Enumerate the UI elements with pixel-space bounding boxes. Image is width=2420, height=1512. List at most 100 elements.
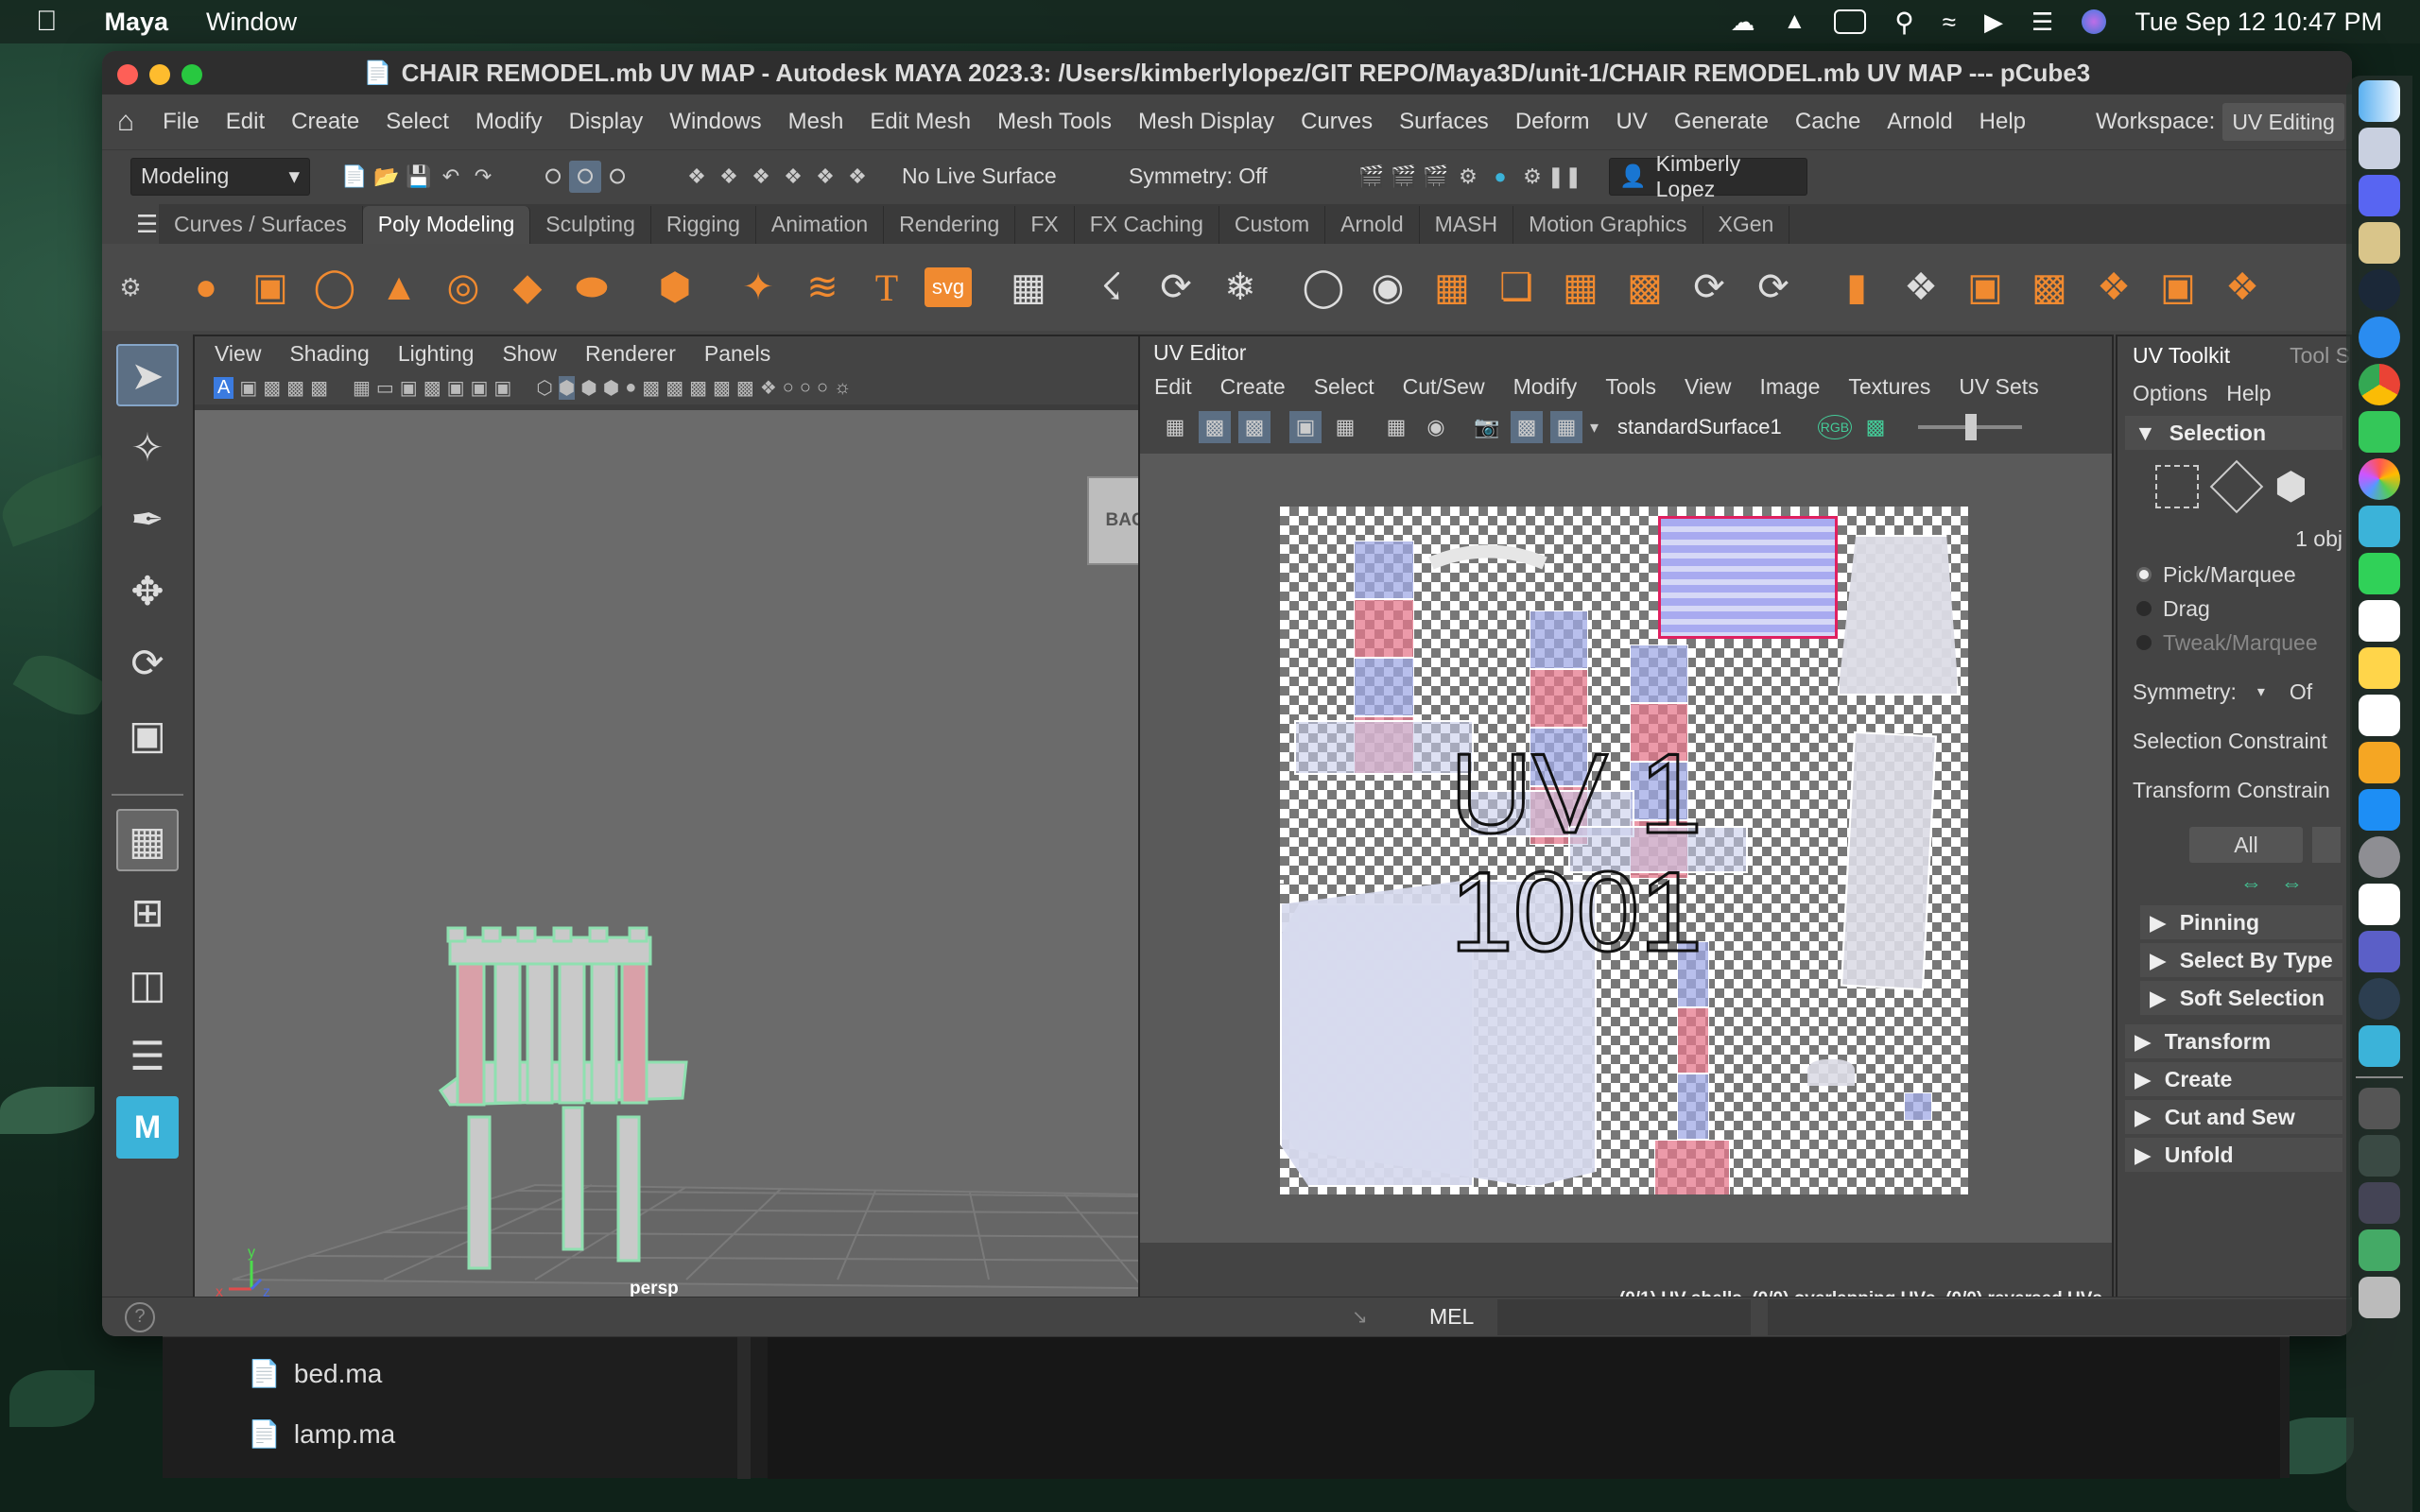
gate-mask-icon[interactable]: ▩ <box>424 376 441 400</box>
shelf-menu-icon[interactable]: ☰ <box>136 210 158 239</box>
uv-menu-image[interactable]: Image <box>1745 374 1834 400</box>
control-center-icon[interactable]: ☰ <box>2031 8 2053 37</box>
select-component-icon[interactable]: ⭘ <box>601 161 633 193</box>
exposure-icon[interactable]: ▩ <box>1859 411 1892 443</box>
xray-icon[interactable]: ○ <box>783 377 794 399</box>
safe-action-icon[interactable]: ▣ <box>471 376 489 400</box>
menu-windows[interactable]: Windows <box>656 109 774 135</box>
uv-menu-view[interactable]: View <box>1670 374 1745 400</box>
poly-cone-icon[interactable]: ▲ <box>372 261 425 314</box>
shaded-uv-icon[interactable]: ▩ <box>1199 411 1231 443</box>
undo-icon[interactable]: ↶ <box>435 161 467 193</box>
poly-cube-icon[interactable]: ▣ <box>244 261 297 314</box>
transform-section[interactable]: ▶ Transform <box>2125 1024 2342 1058</box>
isolate-select-icon[interactable]: ❖ <box>760 376 777 400</box>
siri-icon[interactable] <box>2082 9 2107 34</box>
uv-shell-arch[interactable] <box>1807 1059 1855 1086</box>
safe-title-icon[interactable]: ▣ <box>493 376 511 400</box>
arnold-render-icon[interactable]: ⚙ <box>1516 161 1548 193</box>
uv-shell-back-panel[interactable] <box>1838 535 1959 696</box>
chevron-down-icon[interactable]: ▾ <box>2257 682 2265 701</box>
grid-toggle-icon[interactable]: ▦ <box>353 376 371 400</box>
help-icon[interactable]: ? <box>125 1301 155 1332</box>
clock-datetime[interactable]: Tue Sep 12 10:47 PM <box>2135 8 2382 37</box>
new-scene-icon[interactable]: 📄 <box>338 161 371 193</box>
pivot-icon[interactable]: ☇ <box>1085 261 1138 314</box>
mesh-table-icon[interactable]: ▦ <box>1002 261 1055 314</box>
insert-edge-loop-icon[interactable]: ▣ <box>1959 261 2012 314</box>
safari-icon[interactable] <box>2359 317 2400 358</box>
resolution-gate-icon[interactable]: ▣ <box>400 376 418 400</box>
symmetry-value[interactable]: Of <box>2290 679 2312 705</box>
menu-edit-mesh[interactable]: Edit Mesh <box>856 109 984 135</box>
file-item-lamp[interactable]: 📄 lamp.ma <box>248 1418 395 1450</box>
uv-menu-select[interactable]: Select <box>1300 374 1389 400</box>
mode-pick-marquee[interactable]: Pick/Marquee <box>2163 562 2296 588</box>
render-sequence-icon[interactable]: 🎬 <box>1388 161 1420 193</box>
snapshot-icon[interactable]: 📷 <box>1471 411 1503 443</box>
render-settings-icon[interactable]: ⚙ <box>1452 161 1484 193</box>
window-thumbnail-icon[interactable] <box>2359 1135 2400 1177</box>
exposure-slider[interactable] <box>1918 414 2023 440</box>
bevel-icon[interactable]: ▩ <box>1618 261 1671 314</box>
app-store-icon[interactable] <box>2359 789 2400 831</box>
shelf-tab-custom[interactable]: Custom <box>1219 206 1326 244</box>
snap-live-icon[interactable]: ❖ <box>841 161 873 193</box>
lasso-tool-icon[interactable]: ✧ <box>116 416 179 478</box>
shelf-tab-curves-surfaces[interactable]: Curves / Surfaces <box>159 206 363 244</box>
discord-icon[interactable] <box>2359 175 2400 216</box>
viewport-menu-shading[interactable]: Shading <box>275 341 383 367</box>
facetime-icon[interactable] <box>2359 553 2400 594</box>
uv-face[interactable] <box>1354 658 1414 716</box>
anti-aliasing-icon[interactable]: ▩ <box>713 376 731 400</box>
snap-curve-icon[interactable]: ❖ <box>713 161 745 193</box>
menu-display[interactable]: Display <box>556 109 657 135</box>
pinning-section[interactable]: ▶ Pinning <box>2140 905 2342 939</box>
wireframe-on-shaded-icon[interactable]: ⬢ <box>580 376 596 400</box>
app-menu-maya[interactable]: Maya <box>105 8 169 37</box>
menu-cache[interactable]: Cache <box>1782 109 1874 135</box>
four-view-layout-icon[interactable]: ⊞ <box>116 881 179 943</box>
shelf-settings-icon[interactable]: ⚙ <box>102 273 159 302</box>
maya-dock-icon-2[interactable] <box>2359 1025 2400 1067</box>
home-icon[interactable]: ⌂ <box>102 106 149 138</box>
select-camera-icon[interactable]: A <box>214 376 234 399</box>
uv-face[interactable] <box>1654 1140 1730 1194</box>
motion-blur-icon[interactable]: ▩ <box>689 376 707 400</box>
shelf-tab-animation[interactable]: Animation <box>756 206 885 244</box>
lasso-select-icon[interactable]: ◯ <box>1297 261 1350 314</box>
menu-edit[interactable]: Edit <box>213 109 278 135</box>
menu-curves[interactable]: Curves <box>1288 109 1386 135</box>
super-shape-icon[interactable]: ✦ <box>732 261 785 314</box>
perspective-viewport[interactable]: View Shading Lighting Show Renderer Pane… <box>193 335 1232 1322</box>
creative-cloud-icon[interactable]: ☁ <box>1730 8 1754 37</box>
soft-selection-section[interactable]: ▶ Soft Selection <box>2140 981 2342 1015</box>
ipr-render-icon[interactable]: 🎬 <box>1420 161 1452 193</box>
mel-command-input[interactable] <box>1497 1298 1751 1335</box>
redo-icon[interactable]: ↷ <box>467 161 499 193</box>
uv-menu-uv-sets[interactable]: UV Sets <box>1945 374 2052 400</box>
hypershade-icon[interactable]: ● <box>1484 161 1516 193</box>
photos-icon[interactable] <box>2359 458 2400 500</box>
select-tool-icon[interactable]: ➤ <box>116 344 179 406</box>
messages-icon[interactable] <box>2359 411 2400 453</box>
texture-border-icon[interactable]: ▦ <box>1329 411 1361 443</box>
close-button[interactable] <box>117 64 138 85</box>
uv-face[interactable] <box>1677 1007 1709 1074</box>
constraint-button-2[interactable] <box>2312 827 2341 863</box>
depth-of-field-icon[interactable]: ▩ <box>736 376 754 400</box>
udim-icon[interactable]: ◉ <box>1420 411 1452 443</box>
uv-face[interactable] <box>1630 762 1688 820</box>
paint-select-tool-icon[interactable]: ✒ <box>116 488 179 550</box>
poly-torus-icon[interactable]: ◎ <box>437 261 490 314</box>
shelf-tab-arnold[interactable]: Arnold <box>1325 206 1420 244</box>
poly-disc-icon[interactable]: ⬬ <box>565 261 618 314</box>
menu-file[interactable]: File <box>149 109 213 135</box>
face-mode-icon[interactable]: ⬢ <box>2274 465 2308 508</box>
extrude-icon[interactable]: ▮ <box>1830 261 1883 314</box>
uv-face[interactable] <box>1630 644 1688 703</box>
menu-mesh-tools[interactable]: Mesh Tools <box>984 109 1125 135</box>
menu-mesh-display[interactable]: Mesh Display <box>1125 109 1288 135</box>
menu-window[interactable]: Window <box>206 8 297 37</box>
radio-icon[interactable] <box>2136 635 2152 650</box>
